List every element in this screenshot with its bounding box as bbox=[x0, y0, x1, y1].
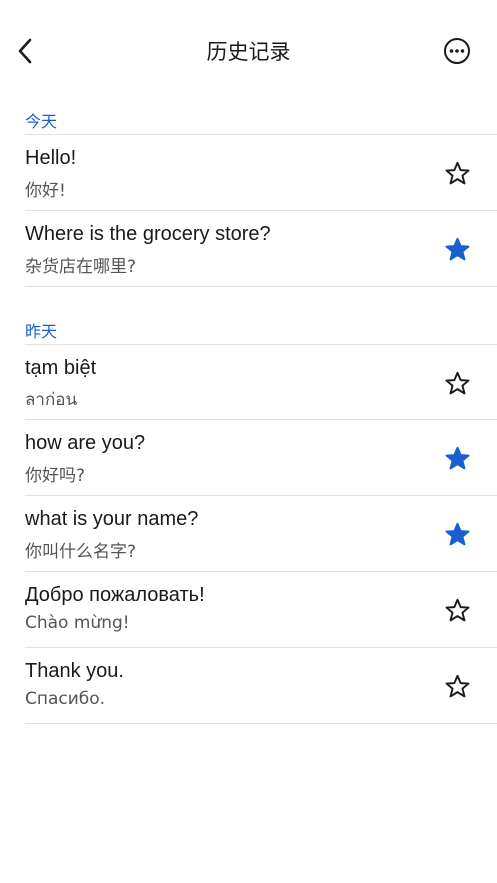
source-text: what is your name? bbox=[25, 508, 199, 530]
history-item[interactable]: Hello! 你好! bbox=[0, 135, 497, 211]
star-outline-icon[interactable] bbox=[444, 597, 471, 624]
more-horizontal-icon bbox=[444, 38, 470, 64]
translation-text: ลาก่อน bbox=[25, 390, 78, 410]
star-filled-icon[interactable] bbox=[444, 521, 471, 548]
translation-text: Спасибо. bbox=[25, 689, 106, 709]
history-item[interactable]: Thank you. Спасибо. bbox=[0, 648, 497, 724]
history-item[interactable]: Добро пожаловать! Chào mừng! bbox=[0, 572, 497, 648]
history-item[interactable]: Where is the grocery store? 杂货店在哪里? bbox=[0, 211, 497, 287]
source-text: Thank you. bbox=[25, 660, 124, 682]
source-text: Добро пожаловать! bbox=[25, 584, 205, 606]
star-outline-icon[interactable] bbox=[444, 673, 471, 700]
translation-text: 你好! bbox=[25, 181, 66, 201]
more-options-button[interactable] bbox=[443, 37, 471, 65]
translation-text: 你好吗? bbox=[25, 466, 86, 486]
source-text: Where is the grocery store? bbox=[25, 223, 271, 245]
source-text: tạm biệt bbox=[25, 357, 97, 379]
section-label-yesterday: 昨天 bbox=[25, 322, 58, 341]
app-header: 历史记录 bbox=[0, 0, 497, 100]
history-item[interactable]: tạm biệt ลาก่อน bbox=[0, 345, 497, 421]
history-item[interactable]: how are you? 你好吗? bbox=[0, 420, 497, 496]
translation-text: 杂货店在哪里? bbox=[25, 257, 137, 277]
source-text: Hello! bbox=[25, 147, 77, 169]
section-label-today: 今天 bbox=[25, 112, 58, 131]
history-item[interactable]: what is your name? 你叫什么名字? bbox=[0, 496, 497, 572]
star-filled-icon[interactable] bbox=[444, 445, 471, 472]
divider bbox=[25, 286, 497, 287]
translation-text: 你叫什么名字? bbox=[25, 542, 137, 562]
divider bbox=[25, 723, 497, 724]
page-title: 历史记录 bbox=[206, 40, 291, 64]
source-text: how are you? bbox=[25, 432, 146, 454]
star-outline-icon[interactable] bbox=[444, 370, 471, 397]
translation-text: Chào mừng! bbox=[25, 613, 130, 633]
star-outline-icon[interactable] bbox=[444, 160, 471, 187]
star-filled-icon[interactable] bbox=[444, 236, 471, 263]
